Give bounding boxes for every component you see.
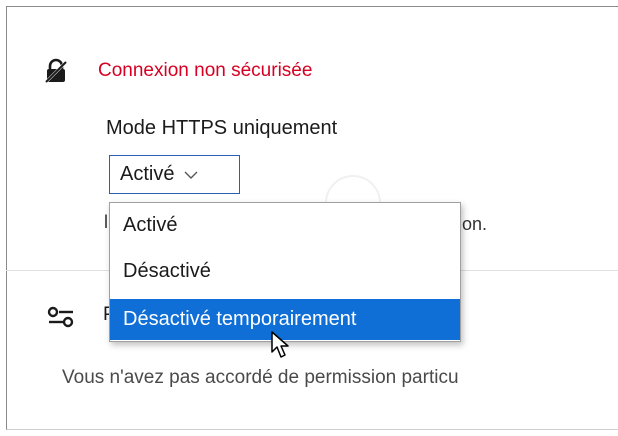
https-mode-hint-end: on.	[462, 214, 488, 234]
option-active[interactable]: Activé	[110, 205, 460, 246]
option-disabled[interactable]: Désactivé	[110, 251, 460, 292]
permissions-text: Vous n'avez pas accordé de permission pa…	[62, 367, 459, 388]
connection-status-title: Connexion non sécurisée	[98, 60, 313, 81]
https-mode-select[interactable]: Activé	[109, 155, 240, 194]
chevron-down-icon	[184, 171, 198, 179]
https-mode-label: Mode HTTPS uniquement	[106, 117, 338, 139]
permissions-sliders-icon	[47, 306, 74, 328]
broken-lock-icon	[43, 58, 69, 84]
https-mode-selected-value: Activé	[120, 163, 175, 185]
https-mode-dropdown: Activé Désactivé Désactivé temporairemen…	[109, 202, 461, 342]
mouse-pointer-icon	[271, 331, 289, 358]
https-mode-hint-start: l	[104, 212, 108, 232]
